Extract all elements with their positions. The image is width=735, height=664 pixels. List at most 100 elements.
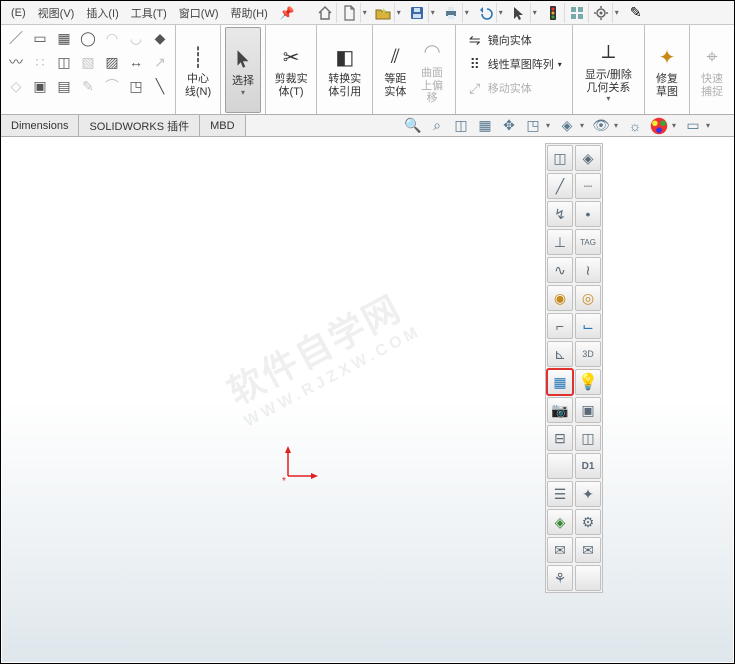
menu-window[interactable]: 窗口(W) [173, 5, 225, 21]
screen-icon[interactable]: ▭ [682, 117, 704, 135]
zoom-area-icon[interactable]: ⌕ [426, 117, 448, 135]
tool4-icon[interactable]: ✎ [77, 75, 99, 97]
cube1-icon[interactable]: ◫ [53, 51, 75, 73]
gear-icon[interactable] [591, 3, 613, 23]
offset-button[interactable]: ⫽ 等距实体 [377, 27, 413, 113]
graphics-viewport[interactable]: 软件自学网 WWW.RJZXW.COM * ◫◈ ╱┈ ↯• ⊥TAG ∿≀ ◉… [2, 139, 733, 662]
display-style-icon[interactable]: ◳ [522, 117, 544, 135]
vbar-gear-small-icon[interactable]: ⚙ [575, 509, 601, 535]
line-icon[interactable]: ／ [5, 27, 27, 49]
vbar-blank2[interactable] [575, 565, 601, 591]
traffic-icon[interactable] [543, 3, 565, 23]
menu-tools[interactable]: 工具(T) [125, 5, 173, 21]
tool3-icon[interactable]: ▤ [53, 75, 75, 97]
tool6-icon[interactable]: ◳ [125, 75, 147, 97]
rect-icon[interactable]: ▭ [29, 27, 51, 49]
vbar-corner1-icon[interactable]: ⌐ [547, 313, 573, 339]
options-icon[interactable] [567, 3, 589, 23]
vbar-handle-icon[interactable]: ⊟ [547, 425, 573, 451]
vbar-blank1[interactable] [547, 453, 573, 479]
view-orient-icon[interactable]: ▦ [474, 117, 496, 135]
eye-drop[interactable]: ▾ [614, 121, 622, 130]
cursor-drop[interactable]: ▾ [533, 8, 541, 17]
dim-icon[interactable]: ↔ [125, 51, 147, 73]
vbar-mail1-icon[interactable]: ✉ [547, 537, 573, 563]
vbar-box2-icon[interactable]: ◫ [575, 425, 601, 451]
vbar-plane-icon[interactable]: ◫ [547, 145, 573, 171]
vbar-d1-icon[interactable]: D1 [575, 453, 601, 479]
mirror-button[interactable]: ⇋镜向实体 [466, 29, 562, 51]
vbar-gold1-icon[interactable]: ◉ [547, 285, 573, 311]
pin-icon[interactable]: 📌 [280, 6, 295, 20]
save-drop[interactable]: ▾ [431, 8, 439, 17]
new-doc-drop[interactable]: ▾ [363, 8, 371, 17]
new-doc-icon[interactable] [339, 3, 361, 23]
vbar-mail2-icon[interactable]: ✉ [575, 537, 601, 563]
vbar-perp-icon[interactable]: ⊾ [547, 341, 573, 367]
vbar-line-icon[interactable]: ╱ [547, 173, 573, 199]
vbar-camera-icon[interactable]: 📷 [547, 397, 573, 423]
menu-view[interactable]: 视图(V) [32, 5, 81, 21]
select-button[interactable]: 选择 ▾ [225, 27, 261, 113]
sketch-icon[interactable]: ✎ [625, 3, 647, 23]
ellipse-icon[interactable]: ◠ [101, 27, 123, 49]
repair-sketch-button[interactable]: ✦ 修复草图 [649, 27, 685, 113]
vbar-tag-icon[interactable]: TAG [575, 229, 601, 255]
vbar-axis-icon[interactable]: ↯ [547, 201, 573, 227]
open-drop[interactable]: ▾ [397, 8, 405, 17]
gear-drop[interactable]: ▾ [615, 8, 623, 17]
cube-icon[interactable]: ◈ [556, 117, 578, 135]
pan-icon[interactable]: ✥ [498, 117, 520, 135]
cube3-icon[interactable]: ▨ [101, 51, 123, 73]
vbar-3d-icon[interactable]: 3D [575, 341, 601, 367]
open-icon[interactable] [373, 3, 395, 23]
undo-icon[interactable] [475, 3, 497, 23]
tool5-icon[interactable]: ⌒ [101, 75, 123, 97]
appearance-icon[interactable] [648, 117, 670, 135]
vbar-star-icon[interactable]: ✦ [575, 481, 601, 507]
print-icon[interactable] [441, 3, 463, 23]
convert-button[interactable]: ◧ 转换实体引用 [321, 27, 368, 113]
tool1-icon[interactable]: ◇ [5, 75, 27, 97]
tool2-icon[interactable]: ▣ [29, 75, 51, 97]
vbar-box1-icon[interactable]: ▣ [575, 397, 601, 423]
centerline-button[interactable]: ┊ 中心线(N) [180, 27, 216, 113]
spline-icon[interactable]: 〰 [5, 51, 27, 73]
vbar-point-icon[interactable]: • [575, 201, 601, 227]
save-icon[interactable] [407, 3, 429, 23]
trim-button[interactable]: ✂ 剪裁实体(T) [270, 27, 312, 113]
arrow-icon[interactable]: ↗ [149, 51, 171, 73]
cursor-icon[interactable] [509, 3, 531, 23]
vbar-lightbulb-icon[interactable]: 💡 [575, 369, 601, 395]
tool7-icon[interactable]: ╲ [149, 75, 171, 97]
vbar-stack-icon[interactable]: ☰ [547, 481, 573, 507]
undo-drop[interactable]: ▾ [499, 8, 507, 17]
cube2-icon[interactable]: ▧ [77, 51, 99, 73]
vbar-dim-icon[interactable]: ⊥ [547, 229, 573, 255]
home-icon[interactable] [315, 3, 337, 23]
menu-edit[interactable]: (E) [5, 7, 32, 19]
vbar-curve2-icon[interactable]: ≀ [575, 257, 601, 283]
vbar-grid-icon[interactable]: ▦ [547, 369, 573, 395]
circle-icon[interactable]: ◯ [77, 27, 99, 49]
vbar-cube-green-icon[interactable]: ◈ [547, 509, 573, 535]
zoom-fit-icon[interactable]: 🔍 [402, 117, 424, 135]
screen-drop[interactable]: ▾ [706, 121, 714, 130]
linear-pattern-button[interactable]: ⠿线性草图阵列 ▾ [466, 53, 562, 75]
tab-dimensions[interactable]: Dimensions [1, 115, 79, 136]
vbar-puzzle-icon[interactable]: ⚘ [547, 565, 573, 591]
vbar-3dcube-icon[interactable]: ◈ [575, 145, 601, 171]
section-icon[interactable]: ◫ [450, 117, 472, 135]
vbar-dashline-icon[interactable]: ┈ [575, 173, 601, 199]
point-icon[interactable]: ∷ [29, 51, 51, 73]
grid-icon[interactable]: ▦ [53, 27, 75, 49]
menu-help[interactable]: 帮助(H) [225, 5, 274, 21]
show-relations-button[interactable]: ⟂ 显示/删除几何关系 ▾ [577, 27, 640, 113]
menu-insert[interactable]: 插入(I) [80, 5, 124, 21]
print-drop[interactable]: ▾ [465, 8, 473, 17]
vbar-corner2-icon[interactable]: ⌙ [575, 313, 601, 339]
vbar-curve1-icon[interactable]: ∿ [547, 257, 573, 283]
appearance-drop[interactable]: ▾ [672, 121, 680, 130]
eye-icon[interactable]: 👁 [590, 117, 612, 135]
tab-solidworks-plugin[interactable]: SOLIDWORKS 插件 [79, 115, 200, 136]
